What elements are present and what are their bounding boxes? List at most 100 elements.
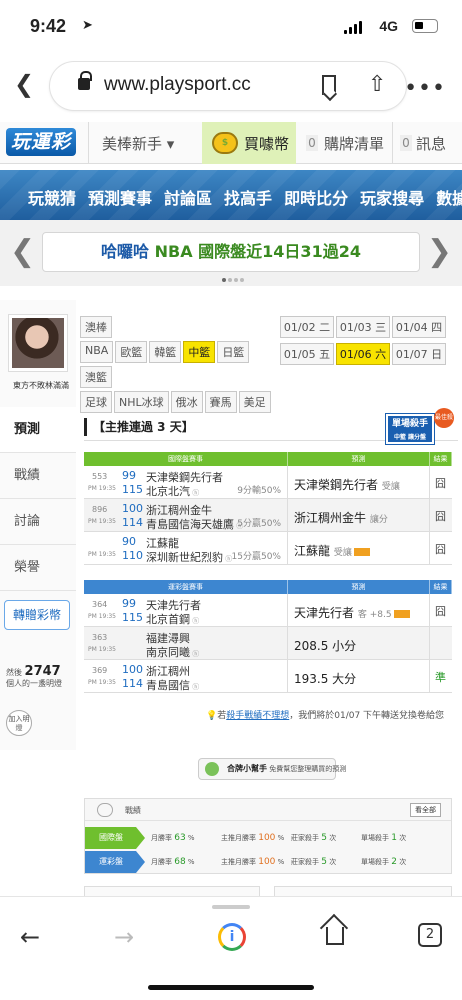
google-lens-icon[interactable]: i [218,923,246,951]
home-indicator-icon: ⓗ [190,617,200,625]
back-arrow-icon[interactable]: ← [20,923,40,951]
result-cell [430,627,452,659]
forward-arrow-icon[interactable]: → [114,923,134,951]
league-tag[interactable]: 歐籃 [115,341,148,363]
league-tag[interactable]: 俄冰 [170,391,203,413]
sidebar-item[interactable]: 榮譽 [0,545,76,591]
table-row[interactable]: 553 PM 19:35 99 115 天津榮鋼先行者 北京北汽 ⓗ 9分輸50% 天津榮鋼先… [84,466,452,499]
home-team[interactable]: 北京首鋼 ⓗ [146,611,199,627]
league-tag[interactable]: NBA [80,341,114,363]
league-tag[interactable]: NHL冰球 [114,391,169,413]
table-row[interactable]: 369 PM 19:35 100 114 浙江稠州 青島國信 ⓗ 193.5 大分 準 [84,660,452,693]
user-sidebar: 東方不敗林滿滿 預測 戰績 討論 榮譽 轉贈彩幣 然後 2747 個人的一盞明燈 加入明… [0,300,76,750]
prediction[interactable]: 208.5 小分 [294,637,356,654]
url-text[interactable]: www.playsport.cc [104,74,251,96]
local-table: 運彩盤賽事 預測 結果 364 PM 19:35 99 115 天津先行者 北京首鋼 ⓗ 天津先行… [84,580,452,693]
rookie-label: 美棒新手 [102,135,163,153]
league-tag[interactable]: 中籃 [183,341,216,363]
league-filter: 澳棒 NBA 歐籃 韓籃 中籃 日籃 澳籃 足球 NHL冰球 俄冰 賽馬 美足 [80,316,278,416]
column-header: 國際盤賽事 [84,452,288,466]
cart-link[interactable]: 購牌清單 [324,133,384,154]
nav-item[interactable]: 找高手 [224,185,272,209]
main-win-rate-value: 100 [258,857,276,867]
see-all-button[interactable]: 看全部 [410,803,441,817]
home-team[interactable]: 南京同曦 ⓗ [146,644,199,660]
sidebar-item[interactable]: 討論 [0,499,76,545]
prediction[interactable]: 193.5 大分 [294,670,356,687]
league-row: 澳籃 [80,366,278,391]
result: 囧 [435,605,446,618]
game-time: PM 19:35 [88,679,116,686]
home-icon[interactable] [326,927,344,945]
prediction[interactable]: 浙江稠州金牛 讓分 [294,509,388,526]
killer-record-link[interactable]: 殺手戰績不理想 [226,711,289,721]
date-button[interactable]: 01/02 二 [280,316,334,338]
share-icon[interactable]: ⇧ [368,72,386,97]
column-header: 運彩盤賽事 [84,580,288,594]
tab-switcher-button[interactable]: 2 [418,923,442,947]
home-team[interactable]: 北京北汽 ⓗ [146,483,199,499]
follow-button[interactable]: 加入明燈 [6,710,32,736]
prediction[interactable]: 江蘇龍 受讓 [294,542,370,559]
match-cell: 553 PM 19:35 99 115 天津榮鋼先行者 北京北汽 ⓗ 9分輸50% [84,466,288,498]
buy-coin-label: 買噱幣 [244,135,290,153]
prediction-pick: 天津先行者 [294,606,355,620]
nav-item[interactable]: 即時比分 [284,185,348,209]
league-tag[interactable]: 賽馬 [204,391,237,413]
nav-item[interactable]: 討論區 [164,185,212,209]
date-button[interactable]: 01/05 五 [280,343,334,365]
site-logo[interactable]: 玩運彩 [6,128,76,156]
table-row[interactable]: PM 19:35 90 110 江蘇龍 深圳新世紀烈豹 ⓗ 15分贏50% 江蘇龍 受讓 囧 [84,532,452,565]
prediction[interactable]: 天津先行者 客 +8.5 [294,604,410,621]
result: 囧 [435,477,446,490]
table-row[interactable]: 896 PM 19:35 100 114 浙江稠州金牛 青島國信海天雄鷹 ⓗ 5分贏50% 浙… [84,499,452,532]
home-team[interactable]: 深圳新世紀烈豹 ⓗ [146,549,232,565]
prediction-type: 受讓 [333,548,352,558]
table-row[interactable]: 364 PM 19:35 99 115 天津先行者 北京首鋼 ⓗ 天津先行者 客 +8.5 囧 [84,594,452,627]
helper-button[interactable]: 合牌小幫手 免費幫您整理購買的預測 [198,758,346,780]
messages-link[interactable]: 訊息 [416,133,446,154]
signal-icon [344,20,362,34]
nav-item[interactable]: 玩競猜 [28,185,76,209]
league-tag[interactable]: 足球 [80,391,112,413]
nav-item[interactable]: 玩家搜尋 [360,185,424,209]
avatar[interactable] [8,314,68,372]
carousel-dots [222,278,244,282]
bookmark-icon[interactable] [322,75,336,95]
home-team[interactable]: 青島國信 ⓗ [146,677,199,693]
cart-count-badge: 0 [306,135,318,151]
sidebar-item[interactable]: 戰績 [0,453,76,499]
message-count-badge: 0 [400,135,412,151]
avatar-photo [12,318,64,368]
nav-item[interactable]: 數據 [436,185,462,209]
sidebar-item[interactable]: 預測 [0,407,76,453]
address-bar[interactable]: www.playsport.cc ⇧ [50,62,406,110]
carousel-prev-icon[interactable]: ❮ [10,234,35,269]
record-row: 國際盤 月勝率 63 % 主推月勝率 100 % 莊家殺手 5 次 單場殺手 1 次 [85,827,451,849]
status-bar: 9:42 ➤ 4G [0,0,462,50]
away-score: 99 [122,597,136,610]
gift-coin-button[interactable]: 轉贈彩幣 [4,600,70,630]
date-button[interactable]: 01/03 三 [336,316,390,338]
table-row[interactable]: 363 PM 19:35 福建潯興 南京同曦 ⓗ 208.5 小分 [84,627,452,660]
nav-item[interactable]: 預測賽事 [88,185,152,209]
promo-banner[interactable]: 哈囉哈 NBA 國際盤近14日31過24 [42,232,420,272]
league-tag[interactable]: 韓籃 [149,341,182,363]
username[interactable]: 東方不敗林滿滿 [6,380,76,391]
note-suffix: ，我們將於01/07 下午轉送兌換卷給您 [289,711,445,721]
league-tag[interactable]: 美足 [238,391,271,413]
carousel-next-icon[interactable]: ❯ [427,234,452,269]
home-team[interactable]: 青島國信海天雄鷹 ⓗ [146,516,243,532]
back-chevron-icon[interactable]: ❮ [14,70,34,98]
date-button[interactable]: 01/07 日 [392,343,446,365]
column-header: 結果 [430,580,452,594]
league-tag[interactable]: 澳棒 [80,316,112,338]
league-tag[interactable]: 日籃 [217,341,250,363]
more-options-icon[interactable]: ••• [404,76,446,101]
league-tag[interactable]: 澳籃 [80,366,112,388]
date-button[interactable]: 01/04 四 [392,316,446,338]
date-button[interactable]: 01/06 六 [336,343,390,365]
buy-coin-button[interactable]: $ 買噱幣 [202,122,296,164]
rookie-dropdown[interactable]: 美棒新手 ▾ [102,133,174,154]
prediction[interactable]: 天津榮鋼先行者 受讓 [294,476,400,493]
